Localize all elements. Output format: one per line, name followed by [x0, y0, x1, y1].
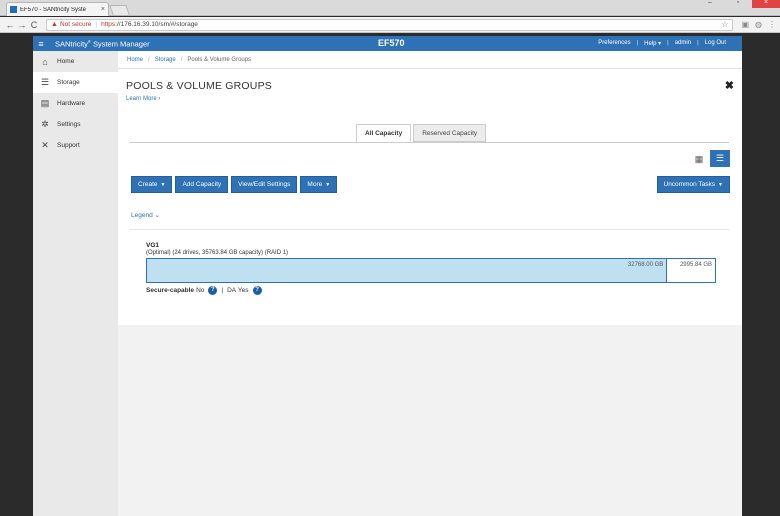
sidebar-item-label: Settings [57, 121, 81, 128]
view-edit-settings-button[interactable]: View/Edit Settings [231, 176, 298, 193]
action-toolbar: Create ▼ Add Capacity View/Edit Settings … [131, 176, 338, 193]
tab-all-capacity[interactable]: All Capacity [356, 124, 412, 142]
sidebar-item-label: Hardware [57, 100, 86, 107]
da-label: DA [227, 287, 237, 294]
logout-link[interactable]: Log Out [705, 40, 726, 47]
preferences-link[interactable]: Preferences [598, 40, 630, 47]
extension-icons: ▣ ◍ ⋮ [741, 20, 776, 29]
browser-tabstrip: EF570 - SANtricity Syste × – ▫ × [0, 0, 780, 16]
chevron-down-icon: ⌄ [154, 212, 160, 219]
user-menu[interactable]: admin [675, 40, 691, 47]
breadcrumb-home[interactable]: Home [127, 57, 143, 63]
minimize-icon[interactable]: – [696, 0, 724, 8]
browser-menu-icon[interactable]: ⋮ [768, 20, 776, 29]
storage-icon: ☰ [40, 77, 50, 87]
url-divider: | [95, 21, 98, 28]
sidebar: ⌂ Home ☰ Storage ▤ Hardware ✲ Settings ✕… [33, 51, 118, 516]
sidebar-item-home[interactable]: ⌂ Home [33, 51, 118, 72]
sidebar-item-hardware[interactable]: ▤ Hardware [33, 93, 118, 114]
caret-down-icon: ▼ [325, 181, 331, 188]
sidebar-item-label: Storage [57, 79, 80, 86]
list-view-icon[interactable]: ☰ [710, 150, 730, 167]
maximize-icon[interactable]: ▫ [724, 0, 752, 8]
tab-close-icon[interactable]: × [101, 6, 105, 13]
bookmark-star-icon[interactable]: ☆ [721, 20, 728, 29]
address-bar: ← → C ▲ Not secure | https ://176.16.39.… [0, 17, 780, 33]
pools-panel: POOLS & VOLUME GROUPS ✖ Learn More › All… [118, 69, 742, 325]
tools-icon: ✕ [41, 140, 49, 150]
netapp-favicon-icon [10, 6, 17, 13]
legend-divider [129, 229, 729, 230]
app-header: ≡ SANtricity® System Manager EF570 Prefe… [33, 36, 742, 51]
extension-icon[interactable]: ◍ [755, 20, 762, 29]
table-view-icon[interactable]: ▦ [694, 154, 704, 164]
help-menu[interactable]: Help ▾ [644, 40, 661, 47]
da-value: Yes [237, 287, 249, 294]
url-scheme: https [101, 21, 116, 28]
page-title: POOLS & VOLUME GROUPS [126, 80, 272, 92]
breadcrumb-current: Pools & Volume Groups [187, 56, 252, 63]
not-secure-label: Not secure [59, 21, 92, 28]
system-name: EF570 [378, 38, 405, 48]
view-toggle: ▦ ☰ [694, 150, 730, 167]
tab-divider [129, 142, 729, 143]
reload-icon[interactable]: C [28, 20, 40, 30]
legend-toggle[interactable]: Legend ⌄ [131, 211, 160, 219]
uncommon-tasks-button[interactable]: Uncommon Tasks ▼ [656, 176, 730, 193]
home-icon: ⌂ [42, 56, 48, 67]
window-close-icon[interactable]: × [752, 0, 780, 8]
browser-tab-title: EF570 - SANtricity Syste [20, 6, 87, 13]
caret-down-icon: ▼ [718, 181, 723, 188]
capacity-free-label: 2995.84 GB [679, 262, 712, 268]
url-input[interactable]: ▲ Not secure | https ://176.16.39.10/sm/… [46, 18, 734, 31]
new-tab-button[interactable] [109, 5, 130, 15]
sidebar-item-storage[interactable]: ☰ Storage [33, 72, 118, 93]
capacity-used-segment: 32768.00 GB [147, 259, 668, 282]
learn-more-link[interactable]: Learn More › [126, 96, 160, 102]
browser-tab[interactable]: EF570 - SANtricity Syste × [6, 2, 109, 16]
sidebar-item-settings[interactable]: ✲ Settings [33, 114, 118, 135]
sidebar-item-support[interactable]: ✕ Support [33, 135, 118, 156]
forward-icon[interactable]: → [16, 20, 28, 30]
header-links: Preferences | Help ▾ | admin | Log Out [598, 40, 726, 47]
volume-group-description: (Optimal) (24 drives, 35763.84 GB capaci… [146, 250, 289, 256]
gear-icon: ✲ [41, 119, 49, 129]
property-separator: | [221, 287, 224, 294]
secure-capable-value: No [196, 287, 205, 294]
hardware-icon: ▤ [40, 98, 50, 108]
help-icon[interactable]: ? [252, 286, 262, 295]
url-text: ://176.16.39.10/sm/#/storage [115, 21, 198, 28]
sidebar-item-label: Home [57, 58, 75, 65]
tab-reserved-capacity[interactable]: Reserved Capacity [413, 124, 487, 142]
help-icon[interactable]: ? [208, 286, 218, 295]
santricity-app: ≡ SANtricity® System Manager EF570 Prefe… [33, 36, 742, 516]
capacity-tabs: All Capacity Reserved Capacity [356, 124, 488, 142]
close-icon[interactable]: ✖ [725, 79, 734, 92]
capacity-bar[interactable]: 32768.00 GB 2995.84 GB [146, 258, 716, 283]
breadcrumb: Home / Storage / Pools & Volume Groups [118, 51, 742, 69]
warning-icon: ▲ [51, 21, 58, 28]
volume-group-name[interactable]: VG1 [146, 242, 718, 249]
capacity-used-label: 32768.00 GB [627, 262, 664, 268]
window-controls: – ▫ × [696, 0, 780, 8]
back-icon[interactable]: ← [4, 20, 16, 30]
volume-group-properties: Secure-capable No ? | DA Yes ? [146, 286, 718, 295]
create-button[interactable]: Create ▼ [131, 176, 173, 193]
secure-capable-label: Secure-capable [146, 287, 195, 294]
app-title: SANtricity® System Manager [55, 38, 150, 49]
caret-down-icon: ▼ [160, 181, 166, 188]
sidebar-item-label: Support [57, 142, 80, 149]
main-content: Home / Storage / Pools & Volume Groups P… [118, 51, 742, 516]
add-capacity-button[interactable]: Add Capacity [175, 176, 229, 193]
volume-group-card: VG1 (Optimal) (24 drives, 35763.84 GB ca… [146, 242, 718, 295]
breadcrumb-storage[interactable]: Storage [155, 57, 176, 63]
more-button[interactable]: More ▼ [300, 176, 338, 193]
hamburger-menu-icon[interactable]: ≡ [33, 39, 49, 49]
capacity-free-segment: 2995.84 GB [667, 259, 715, 282]
extension-icon[interactable]: ▣ [741, 20, 749, 29]
